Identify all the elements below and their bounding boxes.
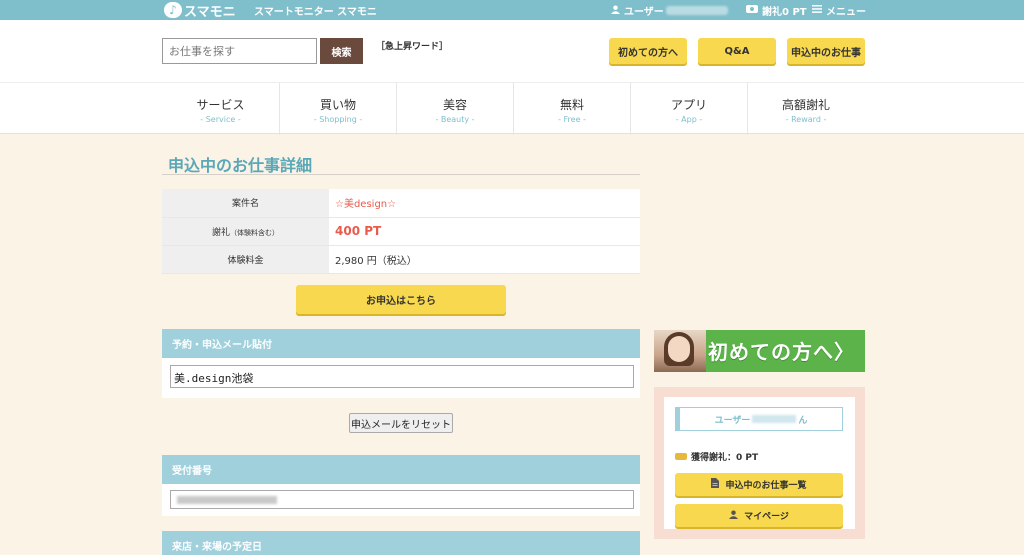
applied-jobs-list-label: 申込中のお仕事一覧: [725, 481, 807, 491]
fee-label: 体験料金: [162, 245, 329, 274]
job-name-value: ☆美design☆: [329, 189, 640, 218]
table-row: 体験料金 2,980 円（税込）: [162, 245, 640, 274]
nav-item-label: 美容: [442, 98, 467, 112]
mail-section-body: 美.design池袋: [162, 358, 640, 398]
job-name-label: 案件名: [162, 189, 329, 218]
reward-label-note: （体験料含む）: [230, 228, 279, 237]
nav-item-app[interactable]: アプリ - App -: [630, 83, 747, 135]
nav-item-sublabel: - Service -: [200, 115, 241, 124]
user-sidebar-box: ユーザー ん 獲得謝礼：0 PT 申込中のお仕事一覧 マイページ: [654, 387, 865, 539]
user-account-link[interactable]: ユーザー: [611, 3, 728, 18]
nav-item-beauty[interactable]: 美容 - Beauty -: [396, 83, 513, 135]
table-row: 案件名 ☆美design☆: [162, 189, 640, 218]
user-name-prefix: ユーザー: [624, 7, 664, 18]
mypage-label: マイページ: [744, 512, 789, 522]
user-name-redacted: [665, 6, 728, 15]
points-display[interactable]: 謝礼0 PT: [746, 3, 807, 18]
receipt-number-field[interactable]: [170, 490, 634, 509]
table-row: 謝礼（体験料含む） 400 PT: [162, 217, 640, 246]
reward-label-text: 謝礼: [211, 227, 230, 238]
nav-item-sublabel: - Reward -: [785, 115, 827, 124]
nav-item-sublabel: - Free -: [558, 115, 586, 124]
banner-photo-face: [668, 336, 690, 362]
chevron-right-icon: 〉: [834, 340, 855, 364]
nav-item-free[interactable]: 無料 - Free -: [513, 83, 630, 135]
site-tagline: スマートモニター スマモニ: [254, 7, 377, 18]
earned-points: 獲得謝礼：0 PT: [675, 450, 758, 463]
applied-jobs-button[interactable]: 申込中のお仕事: [787, 38, 865, 64]
mail-paste-textarea[interactable]: 美.design池袋: [170, 365, 634, 388]
header: 検索 ［急上昇ワード］ 初めての方へ Q&A 申込中のお仕事: [0, 20, 1024, 82]
apply-button[interactable]: お申込はこちら: [296, 285, 506, 314]
page-title: 申込中のお仕事詳細: [168, 156, 313, 175]
nav-item-sublabel: - Shopping -: [313, 115, 363, 124]
category-nav: サービス - Service - 買い物 - Shopping - 美容 - B…: [0, 82, 1024, 135]
site-logo[interactable]: ♪ スマモニ: [164, 0, 236, 20]
nav-item-label: 無料: [559, 98, 584, 112]
ticket-icon: [675, 453, 687, 460]
mypage-button[interactable]: マイページ: [675, 504, 843, 527]
sidebar-user-prefix: ユーザー: [714, 415, 751, 426]
user-icon: [729, 509, 739, 522]
first-time-banner[interactable]: 初めての方へ〉: [654, 330, 865, 372]
sidebar-user-redacted: [752, 415, 797, 423]
nav-item-sublabel: - App -: [675, 115, 703, 124]
menu-button[interactable]: メニュー: [812, 3, 866, 18]
points-text: 謝礼0 PT: [762, 7, 807, 18]
ticket-icon: [746, 5, 758, 16]
document-icon: [711, 478, 720, 491]
nav-item-label: アプリ: [670, 98, 707, 112]
receipt-number-redacted: [177, 496, 277, 504]
menu-label: メニュー: [826, 7, 866, 18]
top-bar: ♪ スマモニ スマートモニター スマモニ ユーザー 謝礼0 PT メニュー: [0, 0, 1024, 20]
mail-section-header: 予約・申込メール貼付: [162, 329, 640, 358]
search-input[interactable]: [162, 38, 317, 64]
user-icon: [611, 4, 620, 17]
qa-button[interactable]: Q&A: [698, 38, 776, 64]
banner-text-label: 初めての方へ: [708, 340, 834, 364]
trending-words-label: ［急上昇ワード］: [376, 42, 449, 52]
nav-item-label: 高額謝礼: [781, 98, 830, 112]
nav-item-shopping[interactable]: 買い物 - Shopping -: [279, 83, 396, 135]
receipt-section-body: [162, 484, 640, 516]
banner-text: 初めての方へ〉: [708, 336, 855, 365]
job-info-table: 案件名 ☆美design☆ 謝礼（体験料含む） 400 PT 体験料金 2,98…: [162, 189, 640, 274]
fee-value: 2,980 円（税込）: [329, 245, 640, 274]
nav-item-label: サービス: [196, 98, 245, 112]
logo-text: スマモニ: [184, 4, 236, 20]
sidebar-user-suffix: ん: [798, 415, 808, 426]
user-sidebar-inner: ユーザー ん 獲得謝礼：0 PT 申込中のお仕事一覧 マイページ: [664, 397, 855, 529]
nav-item-reward[interactable]: 高額謝礼 - Reward -: [747, 83, 864, 135]
reset-mail-button[interactable]: 申込メールをリセット: [349, 413, 453, 433]
hamburger-icon: [812, 5, 822, 16]
logo-mark-icon: ♪: [164, 2, 182, 18]
receipt-section-header: 受付番号: [162, 455, 640, 484]
sidebar-user-name: ユーザー ん: [675, 407, 843, 431]
search-button[interactable]: 検索: [320, 38, 363, 64]
visit-date-section-header: 来店・来場の予定日: [162, 531, 640, 555]
nav-item-sublabel: - Beauty -: [435, 115, 475, 124]
banner-photo: [654, 330, 706, 372]
reward-label: 謝礼（体験料含む）: [162, 217, 329, 246]
reward-value-cell: 400 PT: [329, 217, 640, 246]
title-divider: [162, 174, 640, 175]
first-time-button[interactable]: 初めての方へ: [609, 38, 687, 64]
nav-item-service[interactable]: サービス - Service -: [162, 83, 279, 135]
applied-jobs-list-button[interactable]: 申込中のお仕事一覧: [675, 473, 843, 496]
reward-value: 400 PT: [335, 224, 382, 238]
nav-item-label: 買い物: [319, 98, 356, 112]
earned-points-text: 獲得謝礼：0 PT: [691, 453, 759, 463]
